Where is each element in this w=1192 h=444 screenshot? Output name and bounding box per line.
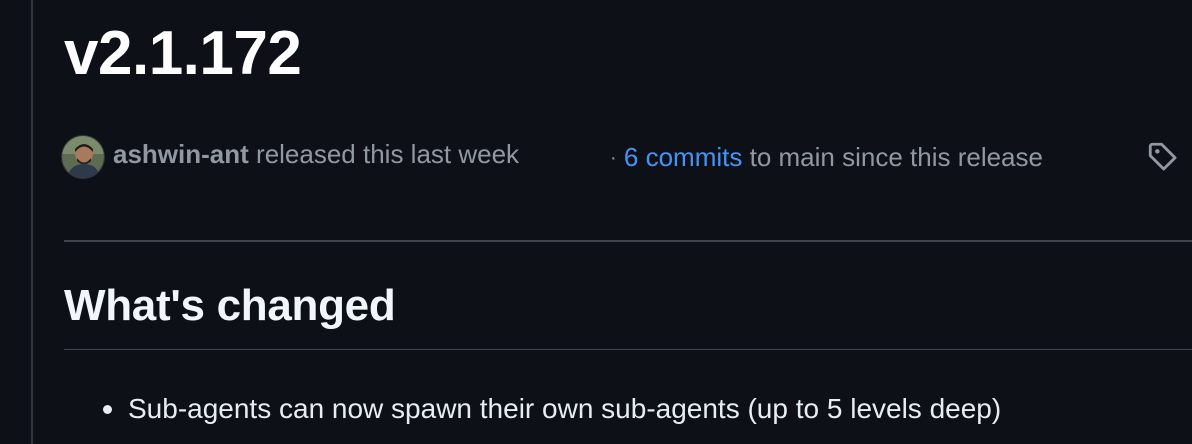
change-text: Sub-agents can now spawn their own sub-a… (128, 393, 1002, 424)
list-item: Sub-agents can now spawn their own sub-a… (64, 388, 1192, 430)
timeline-border (31, 0, 33, 444)
release-meta: ashwin-ant released this last week · 6 c… (62, 136, 1192, 178)
released-text: released this last week (256, 139, 520, 169)
release-byline: ashwin-ant released this last week (113, 138, 519, 170)
avatar-image (62, 136, 104, 178)
whats-changed-heading: What's changed (64, 281, 396, 330)
author-link[interactable]: ashwin-ant (113, 139, 249, 169)
bullet-icon (103, 405, 112, 414)
separator-dot: · (610, 147, 617, 169)
author-avatar[interactable] (62, 136, 104, 178)
meta-divider (64, 240, 1192, 242)
commits-link[interactable]: 6 commits (624, 142, 742, 172)
tag-icon[interactable] (1146, 140, 1180, 174)
commits-info: · 6 commits to main since this release (610, 141, 1043, 174)
heading-divider (64, 349, 1192, 350)
commits-suffix: to main since this release (749, 142, 1043, 172)
changes-list: Sub-agents can now spawn their own sub-a… (64, 388, 1192, 430)
release-title[interactable]: v2.1.172 (64, 18, 302, 90)
